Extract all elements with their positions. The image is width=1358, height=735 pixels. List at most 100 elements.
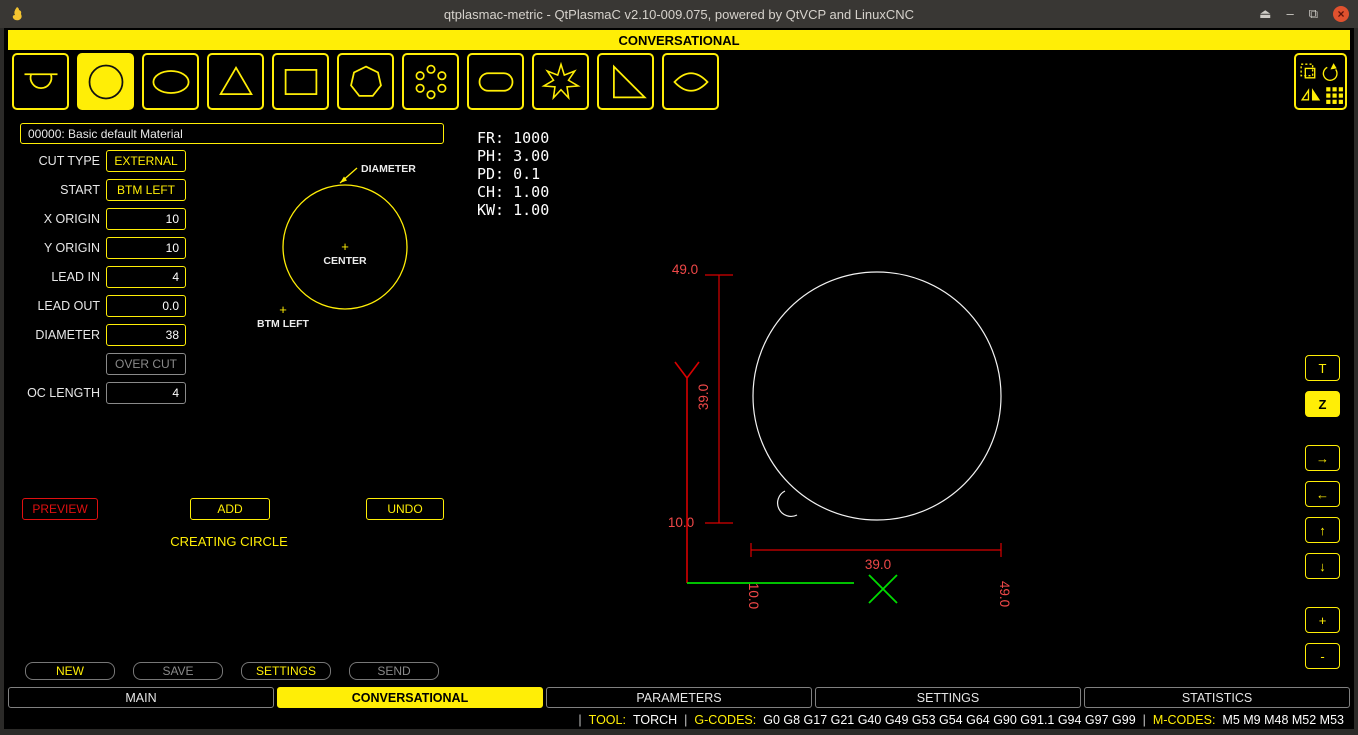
circle-icon — [84, 60, 128, 104]
start-label: START — [4, 183, 100, 197]
status-separator: | — [1143, 713, 1146, 727]
lens-icon — [669, 60, 713, 104]
shape-toolbar — [12, 53, 1347, 110]
rectangle-tool-button[interactable] — [272, 53, 329, 110]
dim-label-top: 49.0 — [672, 262, 698, 277]
tab-main[interactable]: MAIN — [8, 687, 274, 708]
lead-in-input[interactable] — [106, 266, 186, 288]
window-title: qtplasmac-metric - QtPlasmaC v2.10-009.0… — [0, 7, 1358, 22]
diameter-label: DIAMETER — [4, 328, 100, 342]
material-select[interactable]: 00000: Basic default Material — [20, 123, 444, 144]
param-feed-rate: FR: 1000 — [477, 129, 549, 147]
star-tool-button[interactable] — [532, 53, 589, 110]
transform-functions-icon — [1298, 59, 1344, 105]
mcodes-value: M5 M9 M48 M52 M53 — [1222, 713, 1344, 727]
polygon-tool-button[interactable] — [337, 53, 394, 110]
x-origin-label: X ORIGIN — [4, 212, 100, 226]
add-button[interactable]: ADD — [190, 498, 270, 520]
undo-button[interactable]: UNDO — [366, 498, 444, 520]
lead-in-row: LEAD IN — [4, 266, 186, 288]
pan-right-button[interactable]: → — [1305, 445, 1340, 471]
param-kerf-width: KW: 1.00 — [477, 201, 549, 219]
lead-in-arc — [778, 491, 797, 516]
x-origin-row: X ORIGIN — [4, 208, 186, 230]
slot-tool-button[interactable] — [467, 53, 524, 110]
diagram-diameter-label: DIAMETER — [361, 163, 416, 175]
lead-out-input[interactable] — [106, 295, 186, 317]
tab-statistics[interactable]: STATISTICS — [1084, 687, 1350, 708]
cut-type-label: CUT TYPE — [4, 154, 100, 168]
lead-out-row: LEAD OUT — [4, 295, 186, 317]
app-area: CONVERSATIONAL — [4, 28, 1354, 729]
lead-out-label: LEAD OUT — [4, 299, 100, 313]
pan-left-button[interactable]: ← — [1305, 481, 1340, 507]
param-cut-height: CH: 1.00 — [477, 183, 549, 201]
cut-type-button[interactable]: EXTERNAL — [106, 150, 186, 172]
bolt-circle-icon — [409, 60, 453, 104]
preview-area: FR: 1000 PH: 3.00 PD: 0.1 CH: 1.00 KW: 1… — [463, 122, 1292, 672]
eject-icon[interactable]: ⏏ — [1259, 6, 1271, 22]
tab-settings[interactable]: SETTINGS — [815, 687, 1081, 708]
tab-parameters[interactable]: PARAMETERS — [546, 687, 812, 708]
view-z-button[interactable]: Z — [1305, 391, 1340, 417]
start-button[interactable]: BTM LEFT — [106, 179, 186, 201]
rectangle-icon — [279, 60, 323, 104]
cut-type-row: CUT TYPE EXTERNAL — [4, 150, 186, 172]
status-separator: | — [684, 713, 687, 727]
ellipse-icon — [149, 60, 193, 104]
cut-path-circle — [753, 272, 1001, 520]
y-origin-row: Y ORIGIN — [4, 237, 186, 259]
over-cut-button[interactable]: OVER CUT — [106, 353, 186, 375]
oc-length-input[interactable] — [106, 382, 186, 404]
circle-tool-button[interactable] — [77, 53, 134, 110]
main-tab-bar: MAIN CONVERSATIONAL PARAMETERS SETTINGS … — [8, 687, 1350, 708]
pan-down-button[interactable]: ↓ — [1305, 553, 1340, 579]
diameter-row: DIAMETER — [4, 324, 186, 346]
ellipse-tool-button[interactable] — [142, 53, 199, 110]
over-cut-row: OVER CUT — [4, 353, 186, 375]
view-controls: T Z → ← ↑ ↓ + - — [1292, 122, 1354, 672]
preview-button[interactable]: PREVIEW — [22, 498, 98, 520]
pan-up-button[interactable]: ↑ — [1305, 517, 1340, 543]
circle-help-diagram: DIAMETER + CENTER + BTM LEFT — [240, 155, 450, 337]
transform-functions-button[interactable] — [1294, 53, 1347, 110]
polygon-icon — [344, 60, 388, 104]
main-content: 00000: Basic default Material CUT TYPE E… — [4, 122, 1354, 672]
close-icon[interactable]: × — [1333, 6, 1349, 22]
minimize-icon[interactable]: – — [1286, 6, 1293, 22]
conversational-panel: 00000: Basic default Material CUT TYPE E… — [4, 122, 462, 672]
oc-length-label: OC LENGTH — [4, 386, 100, 400]
zoom-in-button[interactable]: + — [1305, 607, 1340, 633]
x-axis-marker — [869, 575, 897, 603]
lead-in-label: LEAD IN — [4, 270, 100, 284]
view-t-button[interactable]: T — [1305, 355, 1340, 381]
gusset-tool-button[interactable] — [597, 53, 654, 110]
tab-conversational[interactable]: CONVERSATIONAL — [277, 687, 543, 708]
bolt-circle-tool-button[interactable] — [402, 53, 459, 110]
y-origin-input[interactable] — [106, 237, 186, 259]
tool-label: TOOL: — [589, 713, 626, 727]
btm-left-mark: + — [279, 302, 287, 317]
oc-length-row: OC LENGTH — [4, 382, 186, 404]
triangle-tool-button[interactable] — [207, 53, 264, 110]
save-button[interactable]: SAVE — [133, 662, 223, 680]
diagram-btm-left-label: BTM LEFT — [257, 318, 309, 330]
dim-label-side: 39.0 — [696, 384, 711, 410]
x-origin-input[interactable] — [106, 208, 186, 230]
lens-tool-button[interactable] — [662, 53, 719, 110]
gcodes-label: G-CODES: — [694, 713, 756, 727]
center-mark: + — [341, 239, 349, 254]
send-button[interactable]: SEND — [349, 662, 439, 680]
new-button[interactable]: NEW — [25, 662, 115, 680]
restore-icon[interactable]: ⧉ — [1309, 6, 1318, 22]
triangle-icon — [214, 60, 258, 104]
lines-and-arcs-icon — [19, 60, 63, 104]
start-row: START BTM LEFT — [4, 179, 186, 201]
settings-button[interactable]: SETTINGS — [241, 662, 331, 680]
zoom-out-button[interactable]: - — [1305, 643, 1340, 669]
gusset-icon — [604, 60, 648, 104]
diameter-input[interactable] — [106, 324, 186, 346]
param-pierce-delay: PD: 0.1 — [477, 165, 540, 183]
lines-and-arcs-tool-button[interactable] — [12, 53, 69, 110]
slot-icon — [474, 60, 518, 104]
